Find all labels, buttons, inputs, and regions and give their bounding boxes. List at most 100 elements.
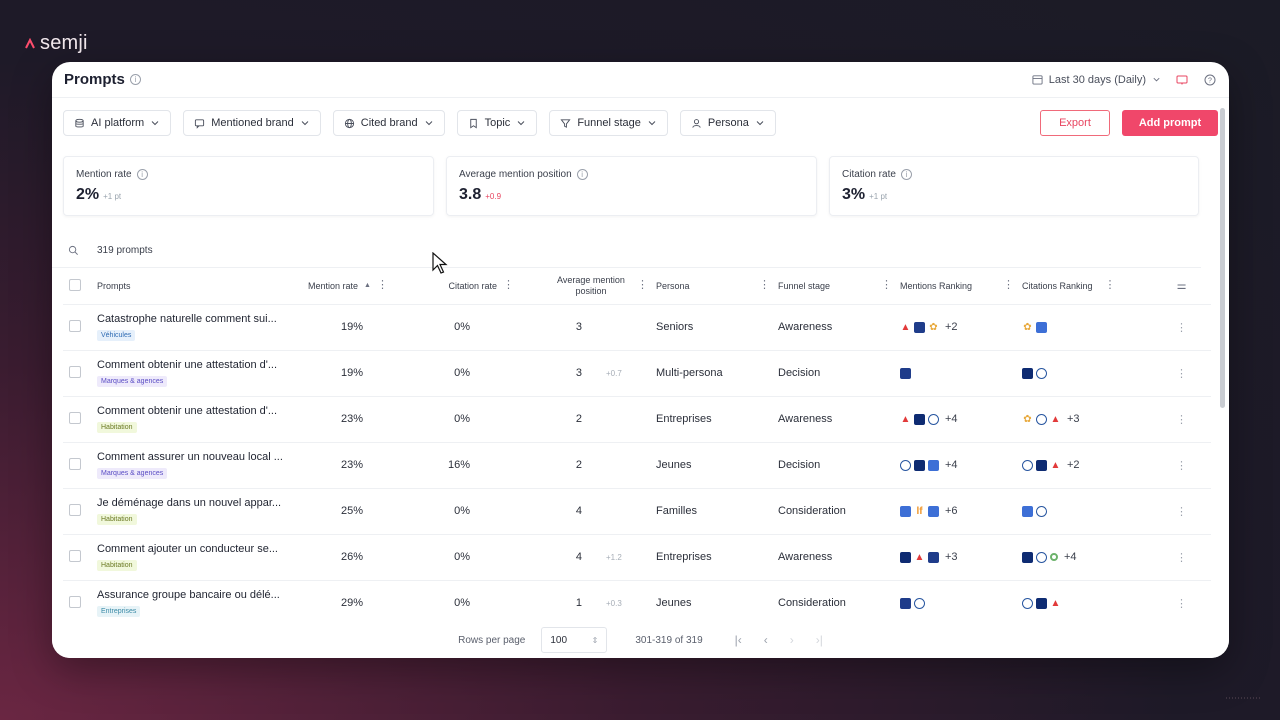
row-menu-icon[interactable]: ⋮ [1152,442,1211,489]
column-menu-icon[interactable]: ⋮ [1003,280,1014,291]
ranking-more-count[interactable]: +6 [945,505,958,517]
prompt-text[interactable]: Assurance groupe bancaire ou délé... [97,589,283,601]
filter-mentioned-brand[interactable]: Mentioned brand [183,110,321,136]
prompt-text[interactable]: Comment assurer un nouveau local ... [97,451,283,463]
prompt-text[interactable]: Comment obtenir une attestation d'... [97,359,283,371]
prompt-text[interactable]: Comment ajouter un conducteur se... [97,543,283,555]
filter-topic[interactable]: Topic [456,110,538,136]
last-page-icon[interactable]: ›| [816,633,823,647]
next-page-icon[interactable]: › [790,633,794,647]
info-icon[interactable]: i [900,169,912,180]
filter-ai-platform[interactable]: AI platform [63,110,172,136]
citations-ranking-logos[interactable]: ✿ ▲ +3 [1022,413,1152,425]
row-checkbox[interactable] [69,365,81,378]
row-checkbox[interactable] [69,503,81,516]
metric-card-citation-rate: Citation rate i 3% +1 pt [829,156,1199,216]
macif-logo-icon [1036,459,1047,471]
blue-logo-icon [1036,321,1047,333]
mentions-ranking-logos[interactable]: ▲ +4 [900,413,1022,425]
mentions-ranking-logos[interactable]: +4 [900,459,1022,471]
mentions-ranking-logos[interactable] [900,367,1022,379]
table-row[interactable]: Catastrophe naturelle comment sui... Véh… [63,304,1211,351]
vertical-scrollbar[interactable] [1220,108,1225,408]
ranking-more-count[interactable]: +2 [1067,459,1080,471]
column-menu-icon[interactable]: ⋮ [759,280,770,291]
ranking-more-count[interactable]: +4 [1064,551,1077,563]
row-menu-icon[interactable]: ⋮ [1152,304,1211,351]
rows-per-page-value: 100 [550,634,568,646]
table-row[interactable]: Comment ajouter un conducteur se... Habi… [63,534,1211,581]
column-header-prompts[interactable]: Prompts [97,281,131,291]
add-prompt-button[interactable]: Add prompt [1122,110,1218,136]
row-checkbox[interactable] [69,549,81,562]
export-button[interactable]: Export [1040,110,1110,136]
row-menu-icon[interactable]: ⋮ [1152,396,1211,443]
help-icon[interactable]: ? [1203,73,1217,87]
citations-ranking-logos[interactable]: ▲ [1022,597,1152,609]
table-row[interactable]: Comment assurer un nouveau local ... Mar… [63,442,1211,489]
prompt-text[interactable]: Comment obtenir une attestation d'... [97,405,283,417]
column-menu-icon[interactable]: ⋮ [637,280,648,291]
column-menu-icon[interactable]: ⋮ [1105,280,1116,291]
table-row[interactable]: Assurance groupe bancaire ou délé... Ent… [63,580,1211,627]
mentions-ranking-logos[interactable]: lf +6 [900,505,1022,517]
column-header-citation-rate[interactable]: Citation rate [448,281,497,291]
prompt-text[interactable]: Je déménage dans un nouvel appar... [97,497,283,509]
column-header-mention-rate[interactable]: Mention rate [308,281,358,291]
rows-per-page-select[interactable]: 100 ⇕ [541,627,608,653]
citations-ranking-logos[interactable]: +4 [1022,551,1152,563]
column-header-mentions-ranking[interactable]: Mentions Ranking [900,281,972,291]
sort-asc-icon[interactable]: ▲ [364,282,371,289]
filter-funnel-stage[interactable]: Funnel stage [549,110,668,136]
date-range-selector[interactable]: Last 30 days (Daily) [1032,74,1161,86]
column-header-funnel-stage[interactable]: Funnel stage [778,281,830,291]
info-icon[interactable]: i [129,74,141,85]
column-menu-icon[interactable]: ⋮ [503,280,514,291]
column-menu-icon[interactable]: ⋮ [881,280,892,291]
info-icon[interactable]: i [136,169,148,180]
ranking-more-count[interactable]: +3 [1067,413,1080,425]
app-window: Prompts i Last 30 days (Daily) ? AI plat… [52,62,1229,658]
filter-cited-brand[interactable]: Cited brand [332,110,445,136]
column-settings-icon[interactable]: ⚌ [1177,280,1187,292]
citations-ranking-logos[interactable] [1022,505,1152,517]
citations-ranking-logos[interactable]: ▲ +2 [1022,459,1152,471]
row-menu-icon[interactable]: ⋮ [1152,580,1211,627]
feedback-icon[interactable] [1175,73,1189,87]
mentions-ranking-logos[interactable]: ▲ +3 [900,551,1022,563]
table-row[interactable]: Comment obtenir une attestation d'... Ha… [63,396,1211,443]
row-menu-icon[interactable]: ⋮ [1152,488,1211,535]
column-header-persona[interactable]: Persona [656,281,690,291]
macif-logo-icon [914,459,925,471]
table-row[interactable]: Comment obtenir une attestation d'... Ma… [63,350,1211,397]
search-bar[interactable]: 319 prompts [52,234,1201,268]
column-header-citations-ranking[interactable]: Citations Ranking [1022,281,1093,291]
table-row[interactable]: Je déménage dans un nouvel appar... Habi… [63,488,1211,535]
mentions-ranking-logos[interactable] [900,597,1022,609]
first-page-icon[interactable]: |‹ [735,633,742,647]
info-icon[interactable]: i [576,169,588,180]
persona-cell: Entreprises [656,396,778,443]
row-menu-icon[interactable]: ⋮ [1152,350,1211,397]
ranking-more-count[interactable]: +4 [945,459,958,471]
row-checkbox[interactable] [69,411,81,424]
ranking-more-count[interactable]: +4 [945,413,958,425]
citations-ranking-logos[interactable]: ✿ [1022,321,1152,333]
column-header-average-position[interactable]: Average mention position [551,275,631,297]
ranking-more-count[interactable]: +2 [945,321,958,333]
prompts-table: Prompts Mention rate ▲ ⋮ Citation rate ⋮ Av… [63,268,1211,627]
row-checkbox[interactable] [69,595,81,608]
ranking-more-count[interactable]: +3 [945,551,958,563]
axa-logo-icon [900,597,911,609]
previous-page-icon[interactable]: ‹ [764,633,768,647]
column-menu-icon[interactable]: ⋮ [377,280,388,291]
row-menu-icon[interactable]: ⋮ [1152,534,1211,581]
prompt-text[interactable]: Catastrophe naturelle comment sui... [97,313,283,325]
filter-persona[interactable]: Persona [679,110,776,136]
row-checkbox[interactable] [69,457,81,470]
select-all-checkbox[interactable] [69,278,81,291]
row-checkbox[interactable] [69,319,81,332]
mentions-ranking-logos[interactable]: ▲ ✿ +2 [900,321,1022,333]
citations-ranking-logos[interactable] [1022,367,1152,379]
metric-delta: +0.9 [485,192,502,201]
